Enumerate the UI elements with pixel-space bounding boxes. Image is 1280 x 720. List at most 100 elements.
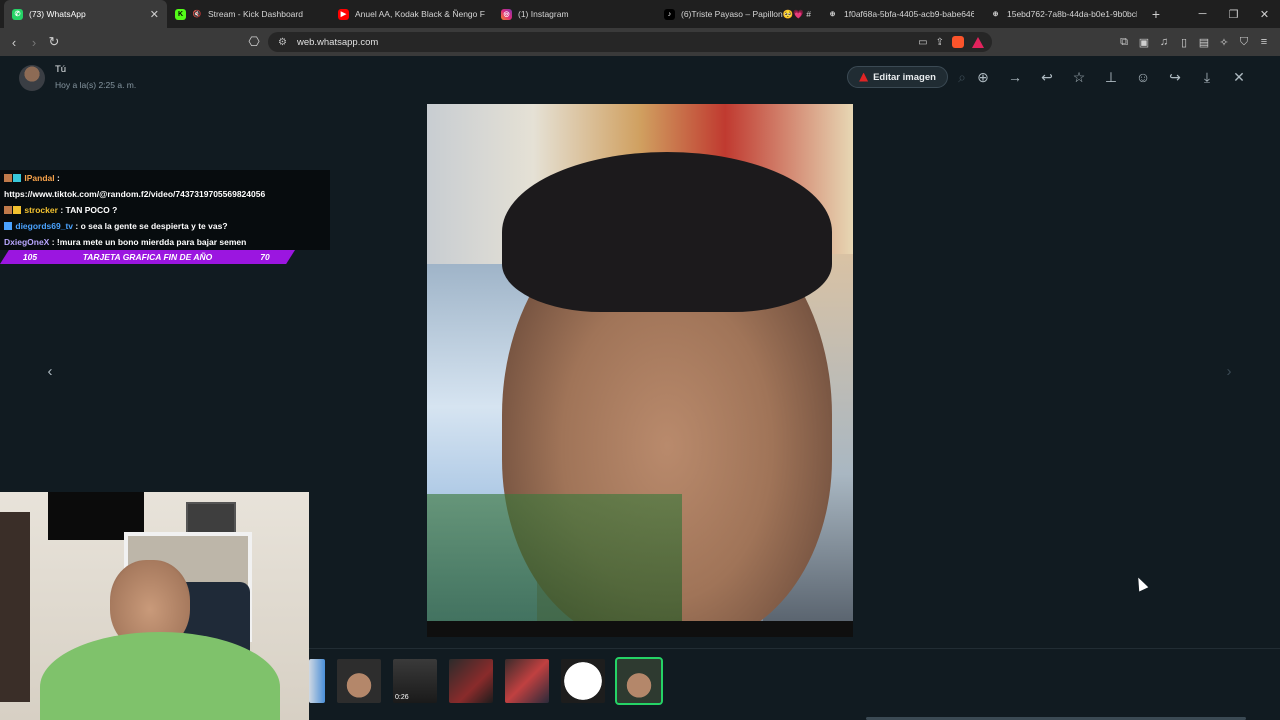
- reply-icon[interactable]: ↩: [1031, 64, 1063, 90]
- tab-title: (73) WhatsApp: [29, 9, 86, 19]
- address-bar-actions: ▭ ⇪: [918, 32, 984, 52]
- edit-image-button[interactable]: Editar imagen: [847, 66, 948, 88]
- muted-speaker-icon[interactable]: 🔇: [192, 9, 202, 20]
- stream-chat-overlay: IPandal : https://www.tiktok.com/@random…: [0, 170, 330, 250]
- tab-search-icon[interactable]: ▣: [1136, 32, 1152, 52]
- chat-message: diegords69_tv : o sea la gente se despie…: [0, 218, 330, 234]
- close-window-icon[interactable]: ✕: [1249, 0, 1280, 28]
- youtube-icon: ▶: [338, 8, 349, 20]
- video-duration: 0:26: [395, 694, 409, 701]
- message-timestamp: Hoy a la(s) 2:25 a. m.: [55, 80, 137, 90]
- webcam-overlay: [0, 492, 309, 720]
- chat-username: DxiegOneX: [4, 237, 50, 247]
- kick-icon: K: [175, 8, 186, 20]
- back-icon[interactable]: ‹: [4, 32, 24, 52]
- gift-badge-icon: [13, 174, 21, 182]
- tab-kick[interactable]: K 🔇 Stream - Kick Dashboard: [167, 0, 330, 28]
- tab-link-1[interactable]: ⊕ 1f0af68a-5bfa-4405-acb9-babe6468: [819, 0, 982, 28]
- tab-title: 1f0af68a-5bfa-4405-acb9-babe6468: [844, 9, 974, 19]
- avatar[interactable]: [19, 65, 45, 91]
- tiktok-icon: ♪: [664, 8, 675, 20]
- go-to-message-icon[interactable]: →: [999, 64, 1031, 90]
- thumbnail-selected[interactable]: [615, 657, 663, 705]
- viewer-toolbar: ⌕ ⊕ → ↩ ☆ ⊥ ☺ ↪ ⤓ ✕: [957, 64, 1255, 90]
- thumbnail[interactable]: [505, 659, 549, 703]
- badge-icon: [4, 222, 12, 230]
- thumbnail[interactable]: [449, 659, 493, 703]
- video-thumbnail[interactable]: 0:26: [393, 659, 437, 703]
- tab-title: (6)Triste Payaso – Papillon🥺💗 #pa: [681, 8, 811, 19]
- tab-title: 15ebd762-7a8b-44da-b0e1-9b0bcb: [1007, 9, 1137, 19]
- browser-tab-strip: ✆ (73) WhatsApp ✕ K 🔇 Stream - Kick Dash…: [0, 0, 1280, 28]
- chat-text: : TAN POCO ?: [60, 205, 118, 215]
- window-controls: ─ ❐ ✕: [1187, 0, 1280, 28]
- thumbnail[interactable]: [561, 659, 605, 703]
- chat-username: IPandal: [24, 173, 55, 183]
- star-icon[interactable]: ☆: [1063, 64, 1095, 90]
- brave-rewards-icon[interactable]: [972, 36, 984, 48]
- site-settings-icon[interactable]: ⚙: [278, 37, 287, 48]
- extensions-icon[interactable]: ⧉: [1116, 32, 1132, 52]
- address-bar[interactable]: ⚙ web.whatsapp.com ▭ ⇪: [268, 32, 992, 52]
- chat-username: diegords69_tv: [15, 221, 74, 231]
- tab-tiktok[interactable]: ♪ (6)Triste Payaso – Papillon🥺💗 #pa: [656, 0, 819, 28]
- chat-message: DxiegOneX : !mura mete un bono mierdda p…: [0, 234, 330, 250]
- wallet-icon[interactable]: ▤: [1196, 32, 1212, 52]
- minimize-icon[interactable]: ─: [1187, 0, 1218, 28]
- vpn-icon[interactable]: ⛉: [1236, 32, 1252, 52]
- react-emoji-icon[interactable]: ☺: [1127, 64, 1159, 90]
- edit-image-label: Editar imagen: [873, 71, 936, 83]
- goal-right-value: 70: [260, 252, 270, 262]
- menu-icon[interactable]: ≡: [1256, 32, 1272, 52]
- music-icon[interactable]: ♫: [1156, 32, 1172, 52]
- forward-icon[interactable]: ›: [24, 32, 44, 52]
- whatsapp-icon: ✆: [12, 8, 23, 20]
- download-icon[interactable]: ⤓: [1191, 64, 1223, 90]
- chat-text: :: [56, 173, 60, 183]
- new-tab-button[interactable]: +: [1145, 6, 1167, 22]
- bookmark-icon[interactable]: ⎔: [244, 32, 264, 52]
- sidebar-icon[interactable]: ▯: [1176, 32, 1192, 52]
- leo-ai-icon[interactable]: ✧: [1216, 32, 1232, 52]
- zoom-in-icon[interactable]: ⊕: [967, 64, 999, 90]
- tab-title: Anuel AA, Kodak Black & Ñengo Flo: [355, 9, 485, 19]
- tab-title: Stream - Kick Dashboard: [208, 9, 303, 19]
- cast-icon[interactable]: ▭: [918, 37, 927, 48]
- selfie-photo: [427, 104, 853, 621]
- room-picture-frame: [186, 502, 236, 536]
- chat-text: : !mura mete un bono mierdda para bajar …: [51, 237, 247, 247]
- share-icon[interactable]: ⇪: [936, 37, 944, 48]
- next-media-icon[interactable]: ›: [1219, 361, 1239, 381]
- chat-message: https://www.tiktok.com/@random.f2/video/…: [0, 186, 330, 202]
- close-icon[interactable]: ✕: [1223, 64, 1255, 90]
- thumbnail[interactable]: [337, 659, 381, 703]
- sender-name: Tú: [55, 64, 67, 75]
- chat-message: strocker : TAN POCO ?: [0, 202, 330, 218]
- goal-label: TARJETA GRAFICA FIN DE AÑO: [82, 252, 213, 262]
- tab-instagram[interactable]: ◎ (1) Instagram: [493, 0, 656, 28]
- room-door: [0, 512, 30, 702]
- reload-icon[interactable]: ↻: [44, 32, 64, 52]
- previous-media-icon[interactable]: ‹: [40, 361, 60, 381]
- restore-icon[interactable]: ❐: [1218, 0, 1249, 28]
- forward-icon[interactable]: ↪: [1159, 64, 1191, 90]
- photo-hair: [502, 152, 832, 312]
- chat-text: https://www.tiktok.com/@random.f2/video/…: [4, 189, 266, 199]
- thumbnail[interactable]: [309, 659, 325, 703]
- tab-link-2[interactable]: ⊕ 15ebd762-7a8b-44da-b0e1-9b0bcb: [982, 0, 1145, 28]
- stream-goal-bar: 105 TARJETA GRAFICA FIN DE AÑO 70: [0, 250, 295, 264]
- tab-youtube[interactable]: ▶ Anuel AA, Kodak Black & Ñengo Flo: [330, 0, 493, 28]
- chat-message: IPandal :: [0, 170, 330, 186]
- tab-whatsapp[interactable]: ✆ (73) WhatsApp ✕: [4, 0, 167, 28]
- acrobat-icon: [859, 72, 869, 82]
- photo-screen-reflection: [427, 494, 682, 621]
- browser-toolbar: ‹ › ↻ ⎔ ⚙ web.whatsapp.com ▭ ⇪ ⧉ ▣ ♫ ▯ ▤…: [0, 28, 1280, 56]
- goal-left-value: 105: [22, 252, 38, 262]
- brave-shields-icon[interactable]: [952, 36, 964, 48]
- zoom-out-icon[interactable]: ⌕: [957, 64, 967, 90]
- pin-icon[interactable]: ⊥: [1095, 64, 1127, 90]
- close-tab-icon[interactable]: ✕: [150, 8, 159, 21]
- globe-icon: ⊕: [829, 11, 836, 18]
- chat-username: strocker: [24, 205, 58, 215]
- sub-badge-icon: [4, 206, 12, 214]
